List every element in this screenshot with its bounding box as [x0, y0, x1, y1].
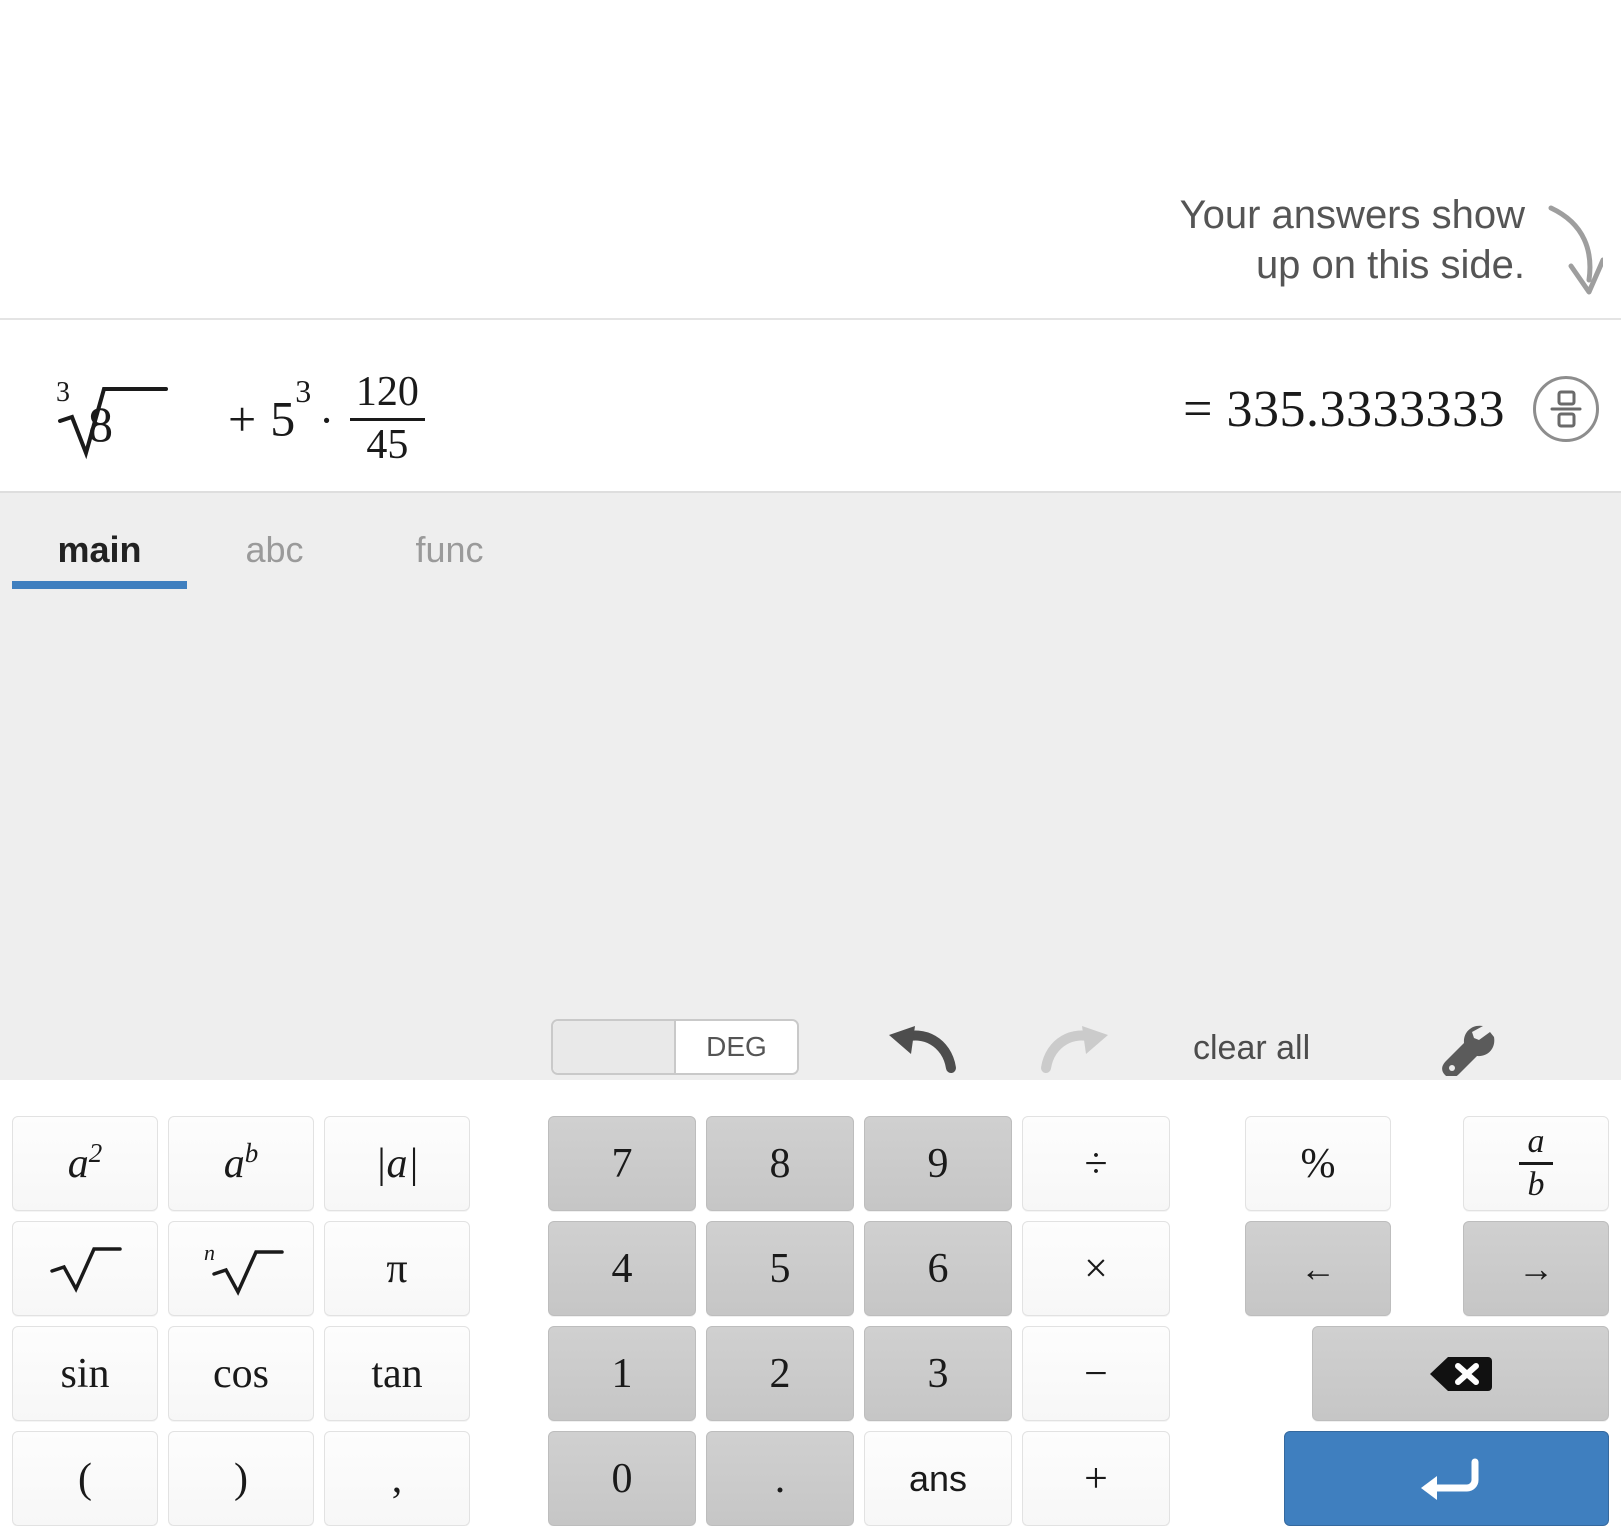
angle-toggle-deg-half[interactable]: DEG [676, 1021, 797, 1073]
key-3[interactable]: 3 [864, 1326, 1012, 1421]
tab-main[interactable]: main [12, 521, 187, 589]
key-fraction[interactable]: a b [1463, 1116, 1609, 1211]
wrench-icon [1442, 1025, 1495, 1076]
key-nth-root[interactable]: n [168, 1221, 314, 1316]
key-minus[interactable]: − [1022, 1326, 1170, 1421]
key-tan[interactable]: tan [324, 1326, 470, 1421]
angle-toggle-rad-half[interactable] [553, 1021, 676, 1073]
fraction-denominator: 45 [366, 421, 409, 468]
fraction-key-denominator: b [1527, 1166, 1545, 1203]
redo-button[interactable] [1038, 1020, 1112, 1080]
key-square[interactable]: a2 [12, 1116, 158, 1211]
keypad-tabs: main abc func [12, 521, 537, 589]
key-9[interactable]: 9 [864, 1116, 1012, 1211]
keypad-panel: main abc func DEG clear all a 2 a b |a| … [0, 491, 1621, 1526]
expression-row[interactable]: 3 8 + 53 · 120 45 = 335.3333333 [0, 318, 1621, 491]
radical-index: 3 [56, 376, 70, 408]
fraction-numerator: 120 [355, 369, 419, 415]
angle-mode-toggle[interactable]: DEG [551, 1019, 799, 1075]
key-2[interactable]: 2 [706, 1326, 854, 1421]
key-5[interactable]: 5 [706, 1221, 854, 1316]
fraction-glyph-icon [1550, 390, 1582, 428]
key-right-paren[interactable]: ) [168, 1431, 314, 1526]
hint-wrapper: Your answers show up on this side. [1180, 186, 1603, 298]
redo-arrow-icon [1041, 1026, 1108, 1073]
answer-area: = 335.3333333 [1183, 376, 1599, 442]
key-7[interactable]: 7 [548, 1116, 696, 1211]
key-sqrt[interactable] [12, 1221, 158, 1316]
expression-plus: + [228, 390, 257, 447]
clear-all-button[interactable]: clear all [1193, 1029, 1310, 1068]
key-pi[interactable]: π [324, 1221, 470, 1316]
key-divide[interactable]: ÷ [1022, 1116, 1170, 1211]
fraction-bar [349, 417, 425, 421]
tab-abc[interactable]: abc [187, 521, 362, 589]
key-cos[interactable]: cos [168, 1326, 314, 1421]
key-power[interactable]: ab [168, 1116, 314, 1211]
key-6[interactable]: 6 [864, 1221, 1012, 1316]
power-group: 53 [270, 373, 312, 447]
key-decimal[interactable]: . [706, 1431, 854, 1526]
edit-keypad: % a b ← → [1245, 1116, 1609, 1526]
key-sin[interactable]: sin [12, 1326, 158, 1421]
nth-root-icon: n [204, 1240, 284, 1296]
fraction-toggle-icon[interactable] [1533, 376, 1599, 442]
key-backspace[interactable] [1312, 1326, 1609, 1421]
settings-button[interactable] [1438, 1021, 1500, 1077]
hint-header: Your answers show up on this side. [0, 0, 1621, 318]
fraction-key-glyph: a b [1519, 1125, 1553, 1202]
key-1[interactable]: 1 [548, 1326, 696, 1421]
key-8[interactable]: 8 [706, 1116, 854, 1211]
function-keypad: a2 ab |a| n π sin cos tan ( ) , [12, 1116, 470, 1526]
key-ans[interactable]: ans [864, 1431, 1012, 1526]
calculator-app: Your answers show up on this side. 3 8 +… [0, 0, 1621, 1526]
cube-root-group: 3 8 [48, 377, 168, 461]
key-cursor-right[interactable]: → [1463, 1221, 1609, 1316]
key-0[interactable]: 0 [548, 1431, 696, 1526]
key-multiply[interactable]: × [1022, 1221, 1170, 1316]
key-cursor-left[interactable]: ← [1245, 1221, 1391, 1316]
fraction-key-bar [1519, 1162, 1553, 1165]
curved-down-arrow-icon [1548, 205, 1603, 295]
radicand: 8 [88, 395, 113, 452]
keypad-toolbar: main abc func [0, 493, 1621, 615]
svg-text:n: n [204, 1240, 215, 1265]
key-enter[interactable] [1284, 1431, 1609, 1526]
undo-button[interactable] [885, 1020, 959, 1080]
backspace-icon [1429, 1356, 1492, 1391]
key-plus[interactable]: + [1022, 1431, 1170, 1526]
tab-func[interactable]: func [362, 521, 537, 589]
key-left-paren[interactable]: ( [12, 1431, 158, 1526]
undo-arrow-icon [889, 1026, 956, 1073]
power-exponent: 3 [295, 373, 312, 410]
sqrt-icon [50, 1246, 122, 1293]
key-percent[interactable]: % [1245, 1116, 1391, 1211]
key-abs[interactable]: |a| [324, 1116, 470, 1211]
hint-text: Your answers show up on this side. [1179, 193, 1525, 287]
expression-multiply-dot: · [319, 396, 334, 446]
expression-math[interactable]: 3 8 + 53 · 120 45 [48, 370, 425, 467]
fraction-key-numerator: a [1527, 1123, 1545, 1160]
key-4[interactable]: 4 [548, 1221, 696, 1316]
answer-value: = 335.3333333 [1183, 380, 1505, 438]
enter-arrow-icon [1420, 1458, 1478, 1500]
expression-fraction: 120 45 [349, 369, 425, 468]
key-comma[interactable]: , [324, 1431, 470, 1526]
numeric-keypad: 7 8 9 ÷ 4 5 6 × 1 2 3 − 0 . ans + [548, 1116, 1170, 1526]
